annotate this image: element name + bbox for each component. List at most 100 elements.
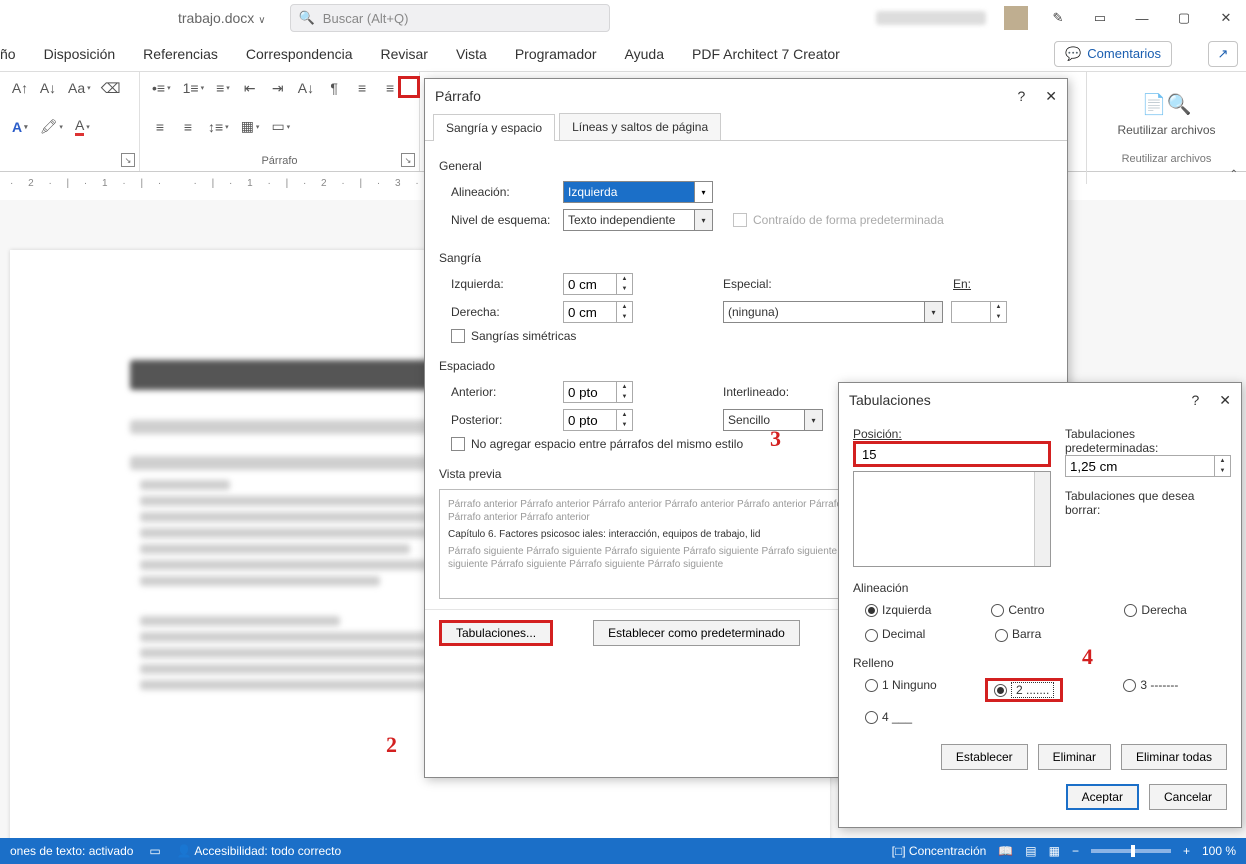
tab-item[interactable]: Correspondencia (246, 46, 353, 62)
spacing-after-input[interactable] (563, 409, 617, 431)
paragraph-dialog-launcher[interactable]: ↘ (401, 153, 415, 167)
font-grow-icon[interactable]: A↑ (8, 76, 32, 100)
maximize-icon[interactable]: ▢ (1172, 6, 1196, 30)
radio-center[interactable]: Centro (991, 603, 1044, 617)
numbering-icon[interactable]: 1≡▾ (179, 76, 208, 100)
collapse-ribbon-icon[interactable]: ⌃ (1230, 169, 1238, 180)
spacing-before-input[interactable] (563, 381, 617, 403)
zoom-out-icon[interactable]: − (1072, 844, 1079, 858)
view-print-icon[interactable]: ▤ (1025, 844, 1036, 858)
scrollbar[interactable] (1034, 472, 1050, 566)
indent-increase-icon[interactable]: ⇥ (266, 76, 290, 100)
clear-format-icon[interactable]: ⌫ (99, 76, 123, 100)
spinner[interactable]: ▲▼ (1215, 455, 1231, 477)
radio-right[interactable]: Derecha (1124, 603, 1186, 617)
cancel-button[interactable]: Cancelar (1149, 784, 1227, 810)
special-select[interactable]: (ninguna) ▾ (723, 301, 943, 323)
no-space-same-style-checkbox[interactable] (451, 437, 465, 451)
radio-fill-4[interactable]: 4 ___ (865, 710, 975, 724)
tab-item[interactable]: Revisar (381, 46, 428, 62)
radio-fill-3[interactable]: 3 ------- (1123, 678, 1178, 702)
radio-fill-2[interactable]: 2 ....... (994, 683, 1054, 697)
text-effects-icon[interactable]: A▾ (8, 115, 32, 139)
zoom-in-icon[interactable]: + (1183, 844, 1190, 858)
indent-decrease-icon[interactable]: ⇤ (238, 76, 262, 100)
mirror-indents-checkbox[interactable] (451, 329, 465, 343)
set-button[interactable]: Establecer (941, 744, 1028, 770)
minimize-icon[interactable]: — (1130, 6, 1154, 30)
tab-item[interactable]: ño (0, 46, 16, 62)
tab-item[interactable]: PDF Architect 7 Creator (692, 46, 840, 62)
accessibility-status[interactable]: 👤 Accesibilidad: todo correcto (177, 844, 341, 858)
close-icon[interactable]: ✕ (1045, 88, 1057, 105)
help-icon[interactable]: ? (1191, 392, 1199, 408)
show-marks-icon[interactable]: ¶ (322, 76, 346, 100)
alignment-select[interactable]: Izquierda ▾ (563, 181, 713, 203)
default-tabs-input[interactable] (1065, 455, 1215, 477)
shading-icon[interactable]: ▦▾ (237, 115, 264, 139)
view-read-icon[interactable]: 📖 (998, 844, 1013, 858)
by-input[interactable] (951, 301, 991, 323)
line-spacing-label: Interlineado: (723, 385, 813, 399)
spinner[interactable]: ▲▼ (617, 273, 633, 295)
tab-item[interactable]: Vista (456, 46, 487, 62)
spinner[interactable]: ▲▼ (617, 409, 633, 431)
borders-icon[interactable]: ▭▾ (267, 115, 294, 139)
align-justify-icon[interactable]: ≡ (176, 115, 200, 139)
sort-icon[interactable]: A↓ (294, 76, 318, 100)
share-button[interactable]: ↗ (1208, 41, 1238, 67)
position-input[interactable] (853, 441, 1051, 467)
ok-button[interactable]: Aceptar (1066, 784, 1139, 810)
radio-decimal[interactable]: Decimal (865, 627, 965, 641)
tab-item[interactable]: Programador (515, 46, 597, 62)
avatar[interactable] (1004, 6, 1028, 30)
spinner[interactable]: ▲▼ (617, 381, 633, 403)
comments-button[interactable]: 💬 Comentarios (1054, 41, 1172, 67)
font-color-icon[interactable]: A▾ (71, 115, 94, 139)
line-spacing-icon[interactable]: ↕≡▾ (204, 115, 233, 139)
document-name[interactable]: trabajo.docx∨ (178, 10, 266, 26)
display-settings-icon[interactable]: ▭ (149, 844, 160, 858)
layout-icon[interactable]: ▭ (1088, 6, 1112, 30)
font-dialog-launcher[interactable]: ↘ (121, 153, 135, 167)
bullets-icon[interactable]: •≡▾ (148, 76, 175, 100)
help-icon[interactable]: ? (1017, 88, 1025, 104)
radio-bar[interactable]: Barra (995, 627, 1041, 641)
indent-left-input[interactable] (563, 273, 617, 295)
tab-item[interactable]: Disposición (44, 46, 116, 62)
tabulations-button[interactable]: Tabulaciones... (439, 620, 553, 646)
position-listbox[interactable] (853, 471, 1051, 567)
radio-left[interactable]: Izquierda (865, 603, 931, 617)
text-predictions-status[interactable]: ones de texto: activado (10, 844, 133, 858)
view-web-icon[interactable]: ▦ (1049, 844, 1060, 858)
tab-item[interactable]: Ayuda (625, 46, 664, 62)
align-right-icon[interactable]: ≡ (148, 115, 172, 139)
zoom-value[interactable]: 100 % (1202, 844, 1236, 858)
tab-item[interactable]: Referencias (143, 46, 218, 62)
close-icon[interactable]: ✕ (1219, 392, 1231, 409)
radio-fill-none[interactable]: 1 Ninguno (865, 678, 975, 702)
spinner[interactable]: ▲▼ (617, 301, 633, 323)
pen-icon[interactable]: ✎ (1046, 6, 1070, 30)
multilevel-icon[interactable]: ≡▾ (212, 76, 234, 100)
change-case-icon[interactable]: Aa▾ (64, 76, 95, 100)
set-default-button[interactable]: Establecer como predeterminado (593, 620, 800, 646)
spinner[interactable]: ▲▼ (991, 301, 1007, 323)
tab-sangria-espacio[interactable]: Sangría y espacio (433, 114, 555, 141)
section-relleno: Relleno (853, 656, 1227, 670)
focus-mode-button[interactable]: [□] Concentración (892, 844, 987, 858)
clear-button[interactable]: Eliminar (1038, 744, 1111, 770)
tab-lineas-saltos[interactable]: Líneas y saltos de página (559, 113, 721, 140)
outline-level-select[interactable]: Texto independiente ▾ (563, 209, 713, 231)
reuse-files-pane[interactable]: 📄🔍 Reutilizar archivos Reutilizar archiv… (1086, 72, 1246, 184)
indent-right-input[interactable] (563, 301, 617, 323)
comments-label: Comentarios (1087, 46, 1161, 61)
highlight-icon[interactable]: 🖍▾ (36, 115, 67, 139)
close-icon[interactable]: ✕ (1214, 6, 1238, 30)
align-left-icon[interactable]: ≡ (350, 76, 374, 100)
zoom-slider[interactable] (1091, 849, 1171, 853)
clear-all-button[interactable]: Eliminar todas (1121, 744, 1227, 770)
search-input[interactable]: 🔍 Buscar (Alt+Q) (290, 4, 610, 32)
font-shrink-icon[interactable]: A↓ (36, 76, 60, 100)
dialog-title-text: Párrafo (435, 88, 481, 104)
